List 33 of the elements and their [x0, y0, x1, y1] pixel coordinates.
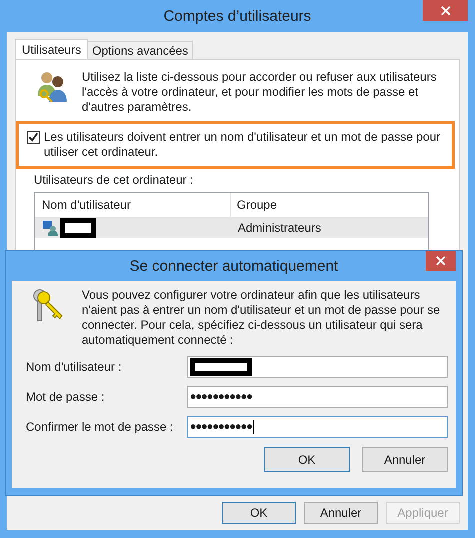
- close-icon: [440, 6, 450, 16]
- input-field[interactable]: ●●●●●●●●●●●: [187, 416, 448, 438]
- dialog-button[interactable]: OK: [222, 502, 296, 524]
- dialog-button[interactable]: Annuler: [362, 447, 448, 472]
- tab[interactable]: Options avancées: [87, 41, 194, 59]
- dialog-button[interactable]: OK: [264, 447, 350, 472]
- dialog-button[interactable]: Annuler: [304, 502, 378, 524]
- checkbox-label: Les utilisateurs doivent entrer un nom d'utilisateur et un mot de passe pour utiliser cet ordinateur.: [44, 130, 442, 160]
- user-icon: [42, 220, 58, 236]
- dialog-message: Vous pouvez configurer votre ordinateur afin que les utilisateurs n'aient pas à entrer un nom d'utilisateur et un mot de passe pour se connecter. Pour cela, spécifiez ci-dessous un utilisateur qui sera automatiquement connecté :: [82, 288, 442, 348]
- redaction-mark: [190, 358, 252, 376]
- checkbox[interactable]: [27, 131, 40, 144]
- intro-text: Utilisez la liste ci-dessous pour accorder ou refuser aux utilisateurs l'accès à votre ordinateur, et pour modifier les mots de passe et d'autres paramètres.: [82, 70, 438, 115]
- field-label: Confirmer le mot de passe :: [26, 420, 174, 434]
- window-title: Comptes d’utilisateurs: [164, 8, 312, 24]
- field-label: Mot de passe :: [26, 390, 106, 404]
- column-header[interactable]: Nom d'utilisateur: [35, 193, 231, 217]
- close-icon: [436, 256, 446, 266]
- column-header[interactable]: Groupe: [231, 198, 278, 212]
- password-value: ●●●●●●●●●●●: [190, 391, 252, 403]
- field-label: Nom d'utilisateur :: [26, 360, 123, 374]
- input-field[interactable]: ●●●●●●●●●●●: [187, 386, 448, 408]
- tab[interactable]: Utilisateurs: [15, 39, 88, 59]
- users-label: Utilisateurs de cet ordinateur :: [34, 173, 194, 187]
- dialog-title: Se connecter automatiquement: [130, 258, 338, 274]
- table-cell-text: Administrateurs: [237, 221, 322, 235]
- users-icon: [36, 70, 70, 104]
- close-button[interactable]: [426, 251, 456, 271]
- user-row[interactable]: Administrateurs: [35, 218, 428, 238]
- close-button[interactable]: [423, 0, 468, 21]
- password-value: ●●●●●●●●●●●: [190, 421, 252, 433]
- redaction-mark: [60, 218, 96, 238]
- input-field[interactable]: [187, 356, 448, 378]
